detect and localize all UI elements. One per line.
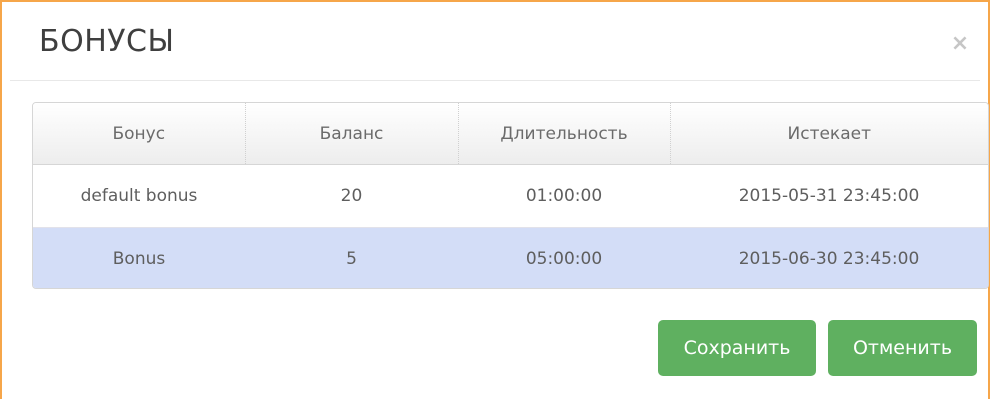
cell-bonus: Bonus: [33, 227, 245, 288]
bonus-dialog: БОНУСЫ × Бонус Баланс Длительность Истек…: [0, 0, 990, 399]
cell-balance: 20: [245, 164, 458, 228]
table-row-selected[interactable]: Bonus 5 05:00:00 2015-06-30 23:45:00: [33, 227, 988, 288]
cancel-button[interactable]: Отменить: [828, 320, 977, 376]
cell-duration: 01:00:00: [458, 164, 670, 228]
column-header-balance[interactable]: Баланс: [244, 103, 458, 165]
cell-bonus: default bonus: [33, 164, 245, 228]
table-header-row: Бонус Баланс Длительность Истекает: [33, 103, 988, 165]
header-divider: [10, 80, 980, 81]
bonus-table: Бонус Баланс Длительность Истекает defau…: [32, 102, 989, 289]
cell-duration: 05:00:00: [458, 227, 670, 288]
column-header-duration[interactable]: Длительность: [457, 103, 670, 165]
column-header-bonus[interactable]: Бонус: [33, 103, 245, 165]
dialog-title: БОНУСЫ: [39, 24, 175, 59]
cell-expires: 2015-06-30 23:45:00: [670, 227, 988, 288]
cell-balance: 5: [245, 227, 458, 288]
close-icon[interactable]: ×: [942, 26, 978, 62]
column-header-expires[interactable]: Истекает: [669, 103, 988, 165]
save-button[interactable]: Сохранить: [658, 320, 816, 376]
table-row[interactable]: default bonus 20 01:00:00 2015-05-31 23:…: [33, 164, 988, 228]
cell-expires: 2015-05-31 23:45:00: [670, 164, 988, 228]
